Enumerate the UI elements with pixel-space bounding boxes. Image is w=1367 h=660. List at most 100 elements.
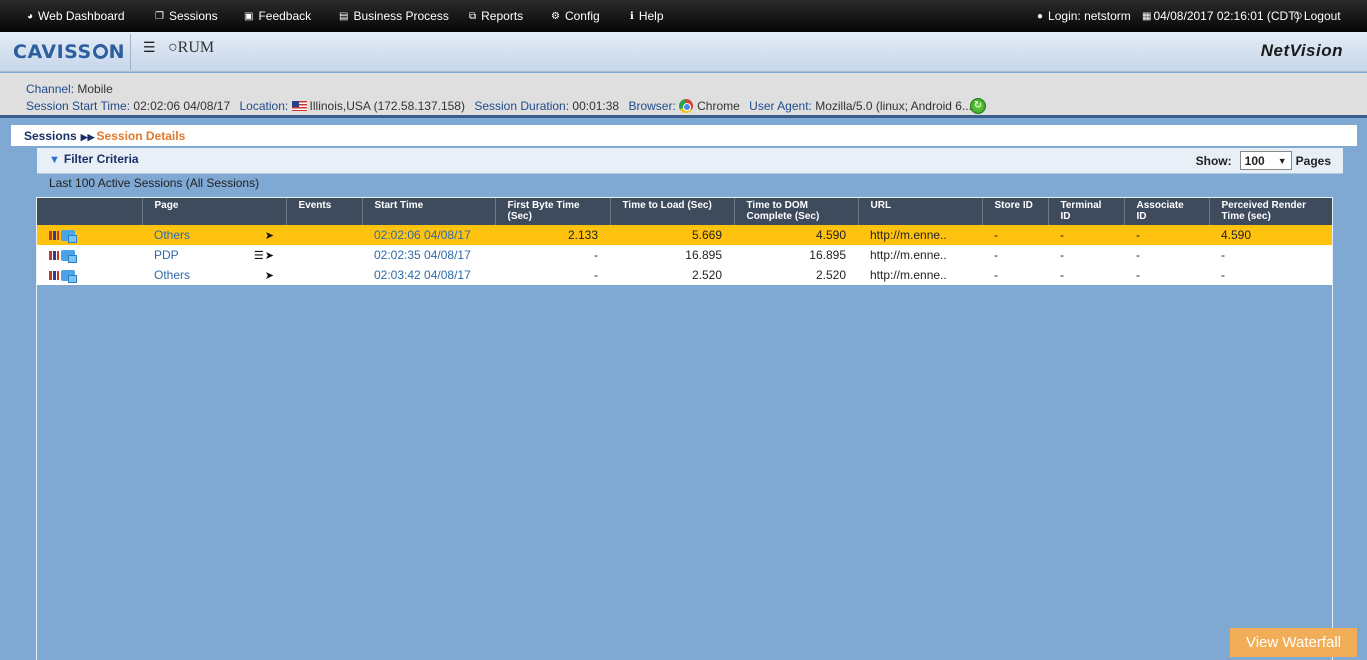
page-cell[interactable]: Others ➤ [142, 265, 286, 285]
heatmap-icon[interactable] [49, 230, 59, 240]
logo-text-prefix: CAVISS [13, 41, 92, 63]
breadcrumb-chevron-icon: ▶▶ [80, 132, 95, 142]
col-url[interactable]: URL [858, 198, 983, 225]
main-panel: Sessions ▶▶ Session Details ▼ Filter Criter… [11, 125, 1357, 660]
logout-button[interactable]: ⏻ Logout [1294, 0, 1341, 32]
heatmap-icon[interactable] [49, 250, 59, 260]
login-info[interactable]: ● Login: netstorm [1037, 0, 1131, 32]
page-event-icons: ➤ [265, 268, 274, 282]
page-cell[interactable]: Others ➤ [142, 225, 286, 245]
col-time-to-load[interactable]: Time to Load (Sec) [610, 198, 735, 225]
sessions-icon: ❐ [155, 10, 164, 22]
start-time-value: 02:02:06 04/08/17 [133, 99, 231, 113]
page-table-container[interactable]: Page Events Start Time First Byte Time (… [36, 197, 1333, 660]
session-details-row: Session Start Time: 02:02:06 04/08/17 Lo… [26, 99, 981, 113]
dom-complete-cell: 16.895 [809, 248, 846, 262]
store-id-cell: - [994, 268, 998, 282]
replay-window-icon[interactable] [61, 269, 77, 283]
associate-id-cell: - [1136, 228, 1140, 242]
table-row[interactable]: Others ➤ 02:02:06 04/08/17 2.133 5.669 4.590 h… [37, 225, 1332, 245]
col-start-time[interactable]: Start Time [362, 198, 496, 225]
location-label: Location: [239, 99, 289, 113]
cursor-icon[interactable]: ➤ [265, 270, 274, 282]
replay-window-icon[interactable] [61, 249, 77, 263]
terminal-id-cell: - [1060, 248, 1064, 262]
filter-criteria-toggle[interactable]: ▼ Filter Criteria [49, 152, 139, 166]
nav-reports[interactable]: ⧉ Reports [469, 0, 523, 32]
session-count-summary: Last 100 Active Sessions (All Sessions) [49, 176, 260, 190]
duration-label: Session Duration: [474, 99, 570, 113]
session-info-bar: Channel: Mobile Session Start Time: 02:0… [0, 73, 1367, 118]
brand-header: CAVISS N ☰ ○RUM NetVision [0, 32, 1367, 72]
events-cell [286, 225, 362, 245]
col-terminal-id[interactable]: Terminal ID [1048, 198, 1125, 225]
url-cell[interactable]: http://m.enne.. [858, 245, 982, 265]
cursor-icon[interactable]: ➤ [265, 250, 274, 262]
page-cell[interactable]: PDP ☰➤ [142, 245, 286, 265]
heatmap-icon[interactable] [49, 270, 59, 280]
table-row[interactable]: Others ➤ 02:03:42 04/08/17 - 2.520 2.520 http:… [37, 265, 1332, 285]
dashboard-icon: ◕ [27, 10, 34, 22]
nav-sessions[interactable]: ❐ Sessions [155, 0, 218, 32]
col-first-byte[interactable]: First Byte Time (Sec) [495, 198, 611, 225]
replay-window-icon[interactable] [61, 229, 77, 243]
events-cell [286, 265, 362, 285]
business-process-icon: ▤ [339, 10, 349, 22]
cursor-icon[interactable]: ➤ [265, 230, 274, 242]
col-dom-complete[interactable]: Time to DOM Complete (Sec) [734, 198, 859, 225]
browser-value: Chrome [697, 99, 740, 113]
help-icon: ℹ [630, 10, 634, 22]
associate-id-cell: - [1136, 268, 1140, 282]
first-byte-cell: - [594, 268, 598, 282]
browser-label: Browser: [628, 99, 676, 113]
channel-label: Channel: [26, 82, 75, 96]
first-byte-cell: - [594, 248, 598, 262]
view-waterfall-button[interactable]: View Waterfall [1230, 628, 1357, 657]
logo-text-suffix: N [108, 41, 126, 63]
nav-web-dashboard[interactable]: ◕ Web Dashboard [27, 0, 125, 32]
page-size-value: 100 [1244, 153, 1265, 168]
refresh-icon[interactable]: ↻ [970, 98, 986, 114]
login-label: Login: netstorm [1048, 9, 1131, 23]
col-render-time[interactable]: Perceived Render Time (sec) [1209, 198, 1332, 225]
nav-feedback[interactable]: ▣ Feedback [244, 0, 311, 32]
location-value: Illinois,USA (172.58.137.158) [309, 99, 465, 113]
filter-bar: ▼ Filter Criteria Show: 100 ▼ Pages [37, 148, 1343, 174]
start-time-cell: 02:02:06 04/08/17 [374, 228, 471, 242]
row-icons-cell [37, 245, 142, 265]
user-icon: ● [1037, 10, 1044, 22]
url-cell[interactable]: http://m.enne.. [858, 265, 982, 285]
page-size-select[interactable]: 100 ▼ [1239, 151, 1292, 170]
dom-complete-cell: 4.590 [815, 228, 846, 242]
terminal-id-cell: - [1060, 268, 1064, 282]
associate-id-cell: - [1136, 248, 1140, 262]
nav-config[interactable]: ⚙ Config [551, 0, 600, 32]
first-byte-cell: 2.133 [567, 228, 598, 242]
page-table: Page Events Start Time First Byte Time (… [37, 198, 1332, 285]
page-name[interactable]: PDP [154, 248, 179, 262]
col-store-id[interactable]: Store ID [982, 198, 1049, 225]
triangle-down-icon: ▼ [49, 154, 60, 166]
events-cell [286, 245, 362, 265]
top-nav-bar: ◕ Web Dashboard ❐ Sessions ▣ Feedback ▤ … [0, 0, 1367, 32]
rum-logo: ○RUM [168, 39, 215, 56]
nav-business-process[interactable]: ▤ Business Process [339, 0, 449, 32]
start-time-cell: 02:02:35 04/08/17 [374, 248, 471, 262]
page-name[interactable]: Others [154, 268, 190, 282]
nav-label: Help [638, 9, 664, 23]
url-cell[interactable]: http://m.enne.. [858, 225, 982, 245]
list-icon[interactable]: ☰ [254, 250, 264, 262]
breadcrumb-session-details: Session Details [96, 129, 186, 143]
nav-label: Web Dashboard [38, 9, 125, 23]
pages-label: Pages [1295, 153, 1331, 168]
nav-help[interactable]: ℹ Help [630, 0, 664, 32]
col-events[interactable]: Events [286, 198, 363, 225]
page-name[interactable]: Others [154, 228, 190, 242]
hamburger-menu-icon[interactable]: ☰ [143, 39, 156, 56]
col-associate-id[interactable]: Associate ID [1124, 198, 1210, 225]
breadcrumb-sessions[interactable]: Sessions [24, 129, 77, 143]
store-id-cell: - [994, 248, 998, 262]
col-page[interactable]: Page [142, 198, 287, 225]
table-row[interactable]: PDP ☰➤ 02:02:35 04/08/17 - 16.895 16.895 http:… [37, 245, 1332, 265]
nav-label: Feedback [258, 9, 312, 23]
